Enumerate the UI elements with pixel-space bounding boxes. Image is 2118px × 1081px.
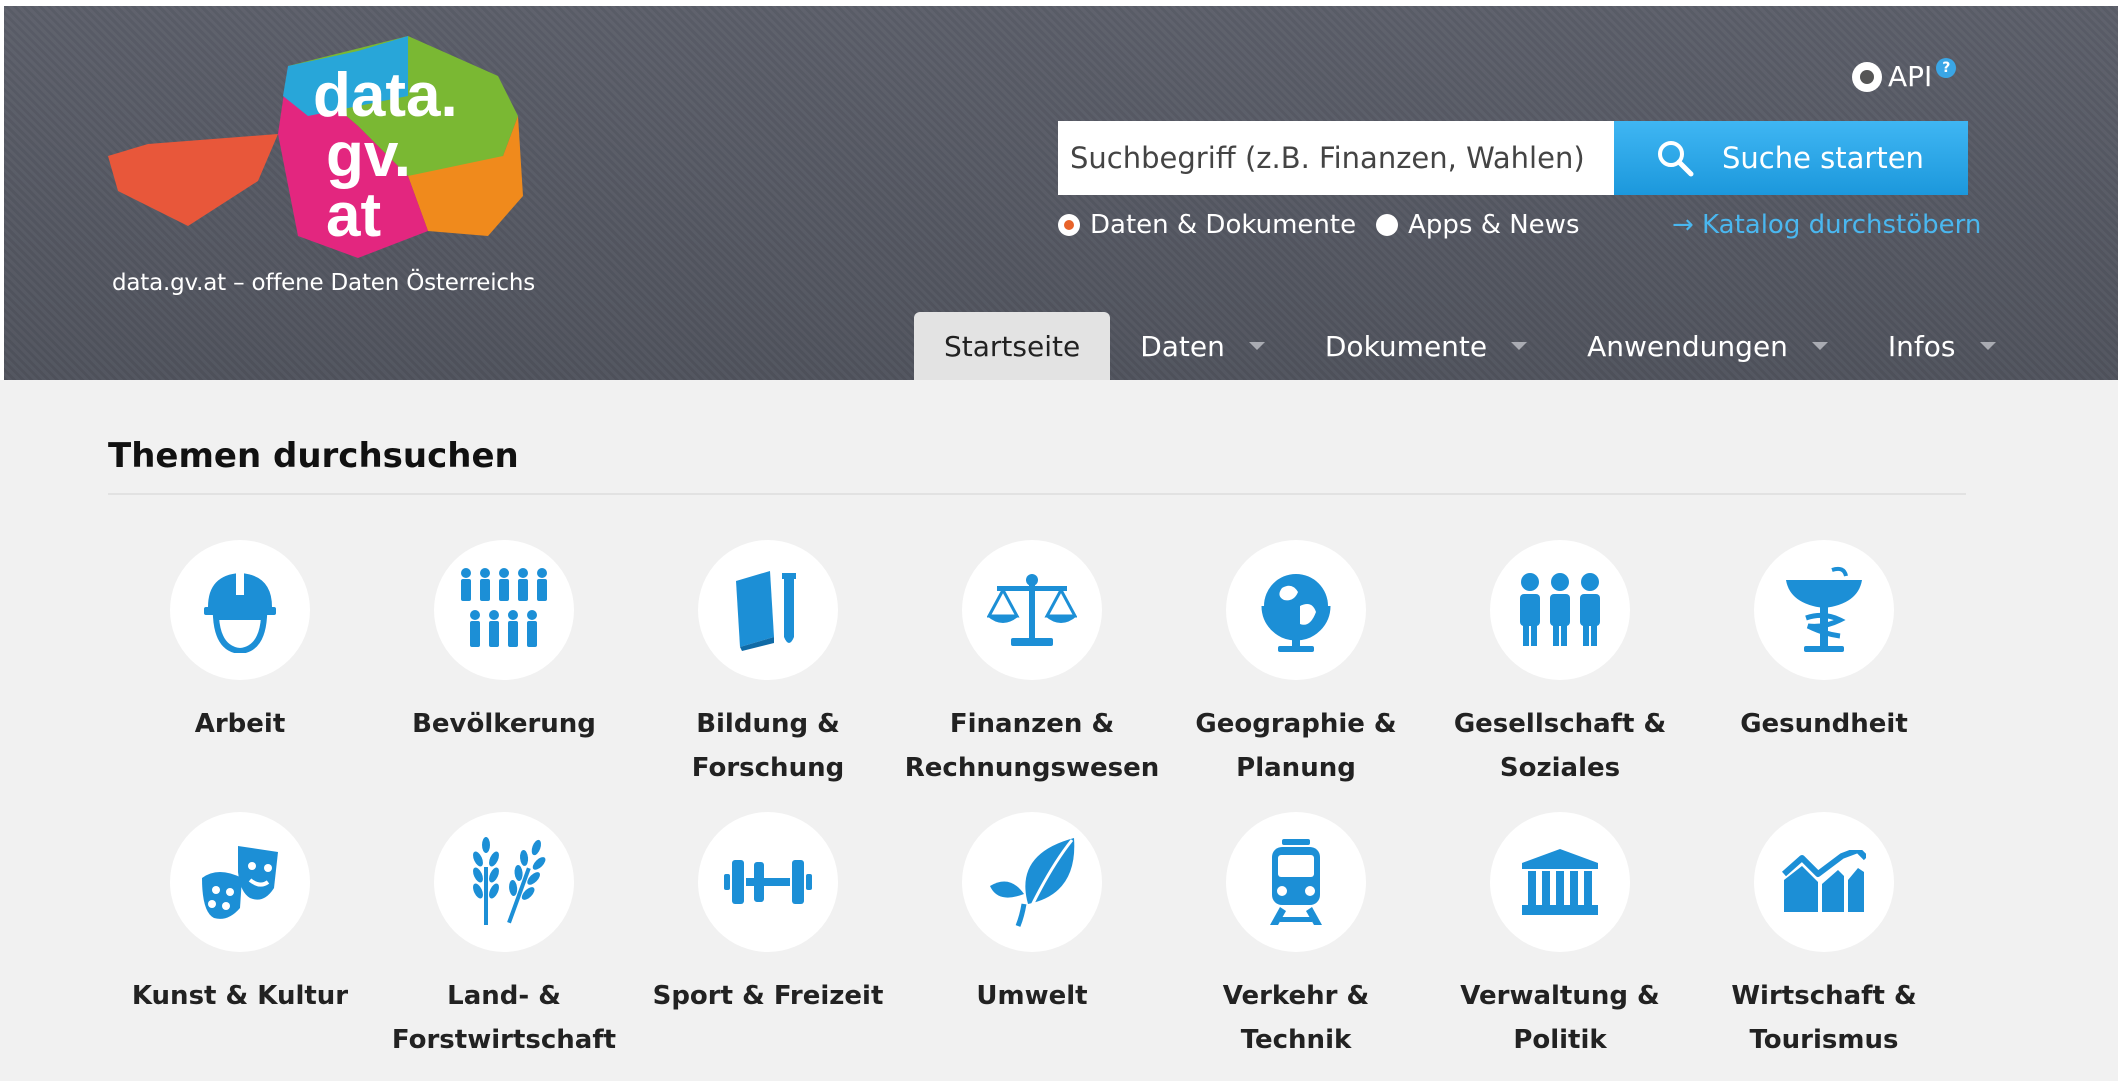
page-title: Themen durchsuchen [108,436,519,476]
chevron-down-icon [1511,342,1528,350]
icon-circle [1754,540,1894,680]
topic-sport-freizeit[interactable]: Sport & Freizeit [636,812,900,1018]
topic-label: Land- & Forstwirtschaft [391,981,617,1055]
logo-text-gv: gv. [326,121,411,190]
topic-label: Arbeit [194,709,286,739]
topic-bevoelkerung[interactable]: Bevölkerung [372,540,636,746]
search-input[interactable] [1058,121,1614,195]
topic-label: Verkehr & Technik [1222,981,1370,1055]
nav-dokumente[interactable]: Dokumente [1295,312,1557,380]
nav-label: Dokumente [1324,329,1488,363]
population-icon [461,568,547,647]
radio-checked-icon[interactable] [1058,214,1080,236]
topic-geographie-planung[interactable]: Geographie & Planung [1164,540,1428,790]
search-button[interactable]: Suche starten [1614,121,1968,195]
topic-verkehr-technik[interactable]: Verkehr & Technik [1164,812,1428,1062]
government-building-icon [1522,849,1598,915]
topic-kunst-kultur[interactable]: Kunst & Kultur [108,812,372,1018]
economy-chart-icon [1782,850,1866,912]
topic-gesellschaft-soziales[interactable]: Gesellschaft & Soziales [1428,540,1692,790]
icon-circle [1754,812,1894,952]
theater-masks-icon [202,846,278,919]
topic-label: Sport & Freizeit [652,981,884,1011]
topic-label: Verwaltung & Politik [1460,981,1660,1055]
topic-verwaltung-politik[interactable]: Verwaltung & Politik [1428,812,1692,1062]
main-nav: Startseite Daten Dokumente Anwendungen I… [914,312,2026,380]
radio-apps-news[interactable]: Apps & News [1376,210,1580,240]
nav-label: Anwendungen [1587,329,1788,363]
topic-wirtschaft-tourismus[interactable]: Wirtschaft & Tourismus [1692,812,1956,1062]
search-icon [1658,141,1694,177]
search-scope-options: Daten & Dokumente Apps & News [1058,210,1600,240]
api-label: API [1888,60,1933,93]
chevron-down-icon [1979,342,1996,350]
api-toggle-icon [1852,61,1882,92]
logo-shape-red [108,134,278,226]
tagline: data.gv.at – offene Daten Österreichs [112,270,536,296]
train-icon [1270,839,1322,925]
nav-label: Daten [1140,329,1225,363]
site-header: data. gv. at data.gv.at – offene Daten Ö… [0,0,2118,380]
topic-label: Geographie & Planung [1195,709,1397,783]
leaf-icon [990,838,1075,927]
wheat-icon [473,837,546,925]
education-icon [736,571,796,651]
nav-label: Infos [1887,329,1956,363]
topic-label: Bevölkerung [412,709,596,739]
nav-infos[interactable]: Infos [1858,312,2026,380]
help-icon[interactable]: ? [1936,57,1957,78]
icon-circle [434,540,574,680]
search-button-label: Suche starten [1722,141,1924,175]
hardhat-icon [204,571,276,653]
topic-label: Kunst & Kultur [131,981,349,1011]
topic-label: Gesundheit [1740,709,1908,739]
icon-circle [170,540,310,680]
radio-label: Daten & Dokumente [1090,210,1357,240]
radio-label: Apps & News [1408,210,1580,240]
icon-circle [1226,540,1366,680]
icon-circle [698,540,838,680]
topic-label: Finanzen & Rechnungswesen [904,709,1160,783]
icon-circle [1490,540,1630,680]
topic-bildung-forschung[interactable]: Bildung & Forschung [636,540,900,790]
people-icon [1520,573,1600,646]
icon-circle [962,812,1102,952]
radio-daten-dokumente[interactable]: Daten & Dokumente [1058,210,1356,240]
icon-circle [962,540,1102,680]
topic-land-forstwirtschaft[interactable]: Land- & Forstwirtschaft [372,812,636,1062]
logo-text-data: data. [313,61,458,130]
health-icon [1786,566,1862,652]
nav-anwendungen[interactable]: Anwendungen [1557,312,1858,380]
topic-gesundheit[interactable]: Gesundheit [1692,540,1956,746]
icon-circle [698,812,838,952]
scales-icon [987,574,1077,646]
left-border [0,0,4,380]
topic-label: Bildung & Forschung [691,709,845,783]
icon-circle [170,812,310,952]
logo-text-at: at [326,181,381,250]
chevron-down-icon [1248,342,1265,350]
topic-label: Gesellschaft & Soziales [1453,709,1667,783]
nav-startseite[interactable]: Startseite [914,312,1111,380]
globe-icon [1261,574,1331,652]
catalog-link[interactable]: → Katalog durchstöbern [1672,210,1981,240]
icon-circle [1226,812,1366,952]
chevron-down-icon [1811,342,1828,350]
icon-circle [434,812,574,952]
data-gv-at-logo[interactable]: data. gv. at [108,36,528,258]
topic-label: Wirtschaft & Tourismus [1731,981,1917,1055]
nav-label: Startseite [944,329,1081,363]
radio-unchecked-icon[interactable] [1376,214,1399,236]
icon-circle [1490,812,1630,952]
topic-arbeit[interactable]: Arbeit [108,540,372,746]
topic-finanzen-rechnungswesen[interactable]: Finanzen & Rechnungswesen [900,540,1164,790]
api-link[interactable]: API ? [1852,57,1957,93]
dumbbell-icon [724,860,812,904]
top-border [0,0,2118,6]
topic-label: Umwelt [976,981,1088,1011]
topic-umwelt[interactable]: Umwelt [900,812,1164,1018]
nav-daten[interactable]: Daten [1110,312,1295,380]
divider [108,493,1966,495]
